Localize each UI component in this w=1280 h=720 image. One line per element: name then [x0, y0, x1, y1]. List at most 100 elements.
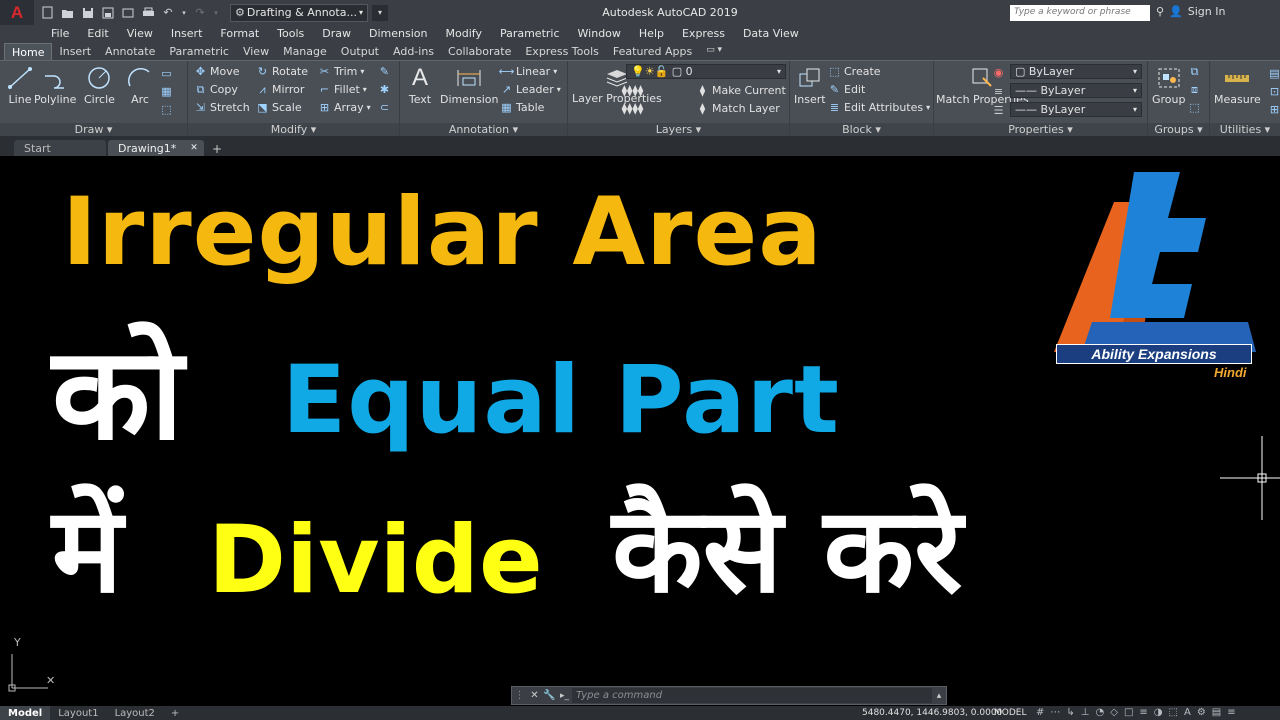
- tab-manage[interactable]: Manage: [276, 43, 334, 60]
- coordinate-readout[interactable]: 5480.4470, 1446.9803, 0.0000: [862, 706, 1002, 720]
- polar-icon[interactable]: ◔: [1096, 706, 1105, 720]
- save-icon[interactable]: [80, 5, 96, 21]
- draw-panel-label[interactable]: Draw ▾: [0, 123, 187, 137]
- command-input[interactable]: Type a command: [572, 688, 932, 703]
- annotation-panel-label[interactable]: Annotation ▾: [400, 123, 567, 137]
- menu-draw[interactable]: Draw: [313, 27, 360, 40]
- properties-panel-label[interactable]: Properties ▾: [934, 123, 1147, 137]
- transparency-icon[interactable]: ◑: [1154, 706, 1163, 720]
- groups-panel-label[interactable]: Groups ▾: [1148, 123, 1209, 137]
- leader-button[interactable]: ↗ Leader ▾: [500, 81, 561, 98]
- close-icon[interactable]: ✕: [527, 690, 542, 701]
- ungroup-icon[interactable]: ⧉: [1188, 63, 1201, 80]
- menu-data-view[interactable]: Data View: [734, 27, 808, 40]
- menu-view[interactable]: View: [118, 27, 162, 40]
- open-folder-icon[interactable]: [60, 5, 76, 21]
- undo-icon[interactable]: ↶: [160, 5, 176, 21]
- line-button[interactable]: Line: [6, 65, 34, 106]
- tab-express-tools[interactable]: Express Tools: [518, 43, 606, 60]
- layer-tools-row1[interactable]: ⧫⧫⧫⧫: [622, 82, 644, 99]
- menu-file[interactable]: File: [42, 27, 78, 40]
- layer-tools-row2[interactable]: ⧫⧫⧫⧫: [622, 100, 644, 117]
- add-layout-button[interactable]: +: [163, 706, 187, 720]
- tab-home[interactable]: Home: [4, 43, 53, 60]
- text-button[interactable]: A Text: [406, 64, 434, 106]
- tab-layout1[interactable]: Layout1: [50, 706, 106, 720]
- menu-tools[interactable]: Tools: [268, 27, 313, 40]
- group-button[interactable]: Group: [1152, 65, 1186, 106]
- command-grip-icon[interactable]: ⋮: [512, 690, 527, 701]
- annotation-scale-icon[interactable]: A: [1184, 706, 1191, 720]
- menu-format[interactable]: Format: [211, 27, 268, 40]
- explode-icon[interactable]: ✱: [378, 81, 391, 98]
- tab-start[interactable]: Start: [14, 140, 106, 156]
- menu-window[interactable]: Window: [569, 27, 630, 40]
- circle-button[interactable]: Circle: [84, 65, 115, 106]
- rotate-button[interactable]: ↻ Rotate: [256, 63, 308, 80]
- dimension-button[interactable]: Dimension: [440, 65, 498, 106]
- app-menu-button[interactable]: A: [0, 0, 34, 25]
- infer-icon[interactable]: ↳: [1066, 706, 1074, 720]
- isodraft-icon[interactable]: ◇: [1110, 706, 1118, 720]
- menu-edit[interactable]: Edit: [78, 27, 117, 40]
- redo-icon[interactable]: ↷: [192, 5, 208, 21]
- insert-block-button[interactable]: Insert: [794, 65, 826, 106]
- offset-icon[interactable]: ⊂: [378, 99, 391, 116]
- block-panel-label[interactable]: Block ▾: [790, 123, 933, 137]
- plot-icon[interactable]: [140, 5, 156, 21]
- arc-button[interactable]: Arc: [126, 65, 154, 106]
- wrench-icon[interactable]: 🔧: [542, 690, 557, 701]
- edit-attributes-button[interactable]: ≣ Edit Attributes ▾: [828, 99, 930, 116]
- menu-insert[interactable]: Insert: [162, 27, 212, 40]
- object-snap-icon[interactable]: □: [1124, 706, 1133, 720]
- save-as-icon[interactable]: [100, 5, 116, 21]
- table-button[interactable]: ▦ Table: [500, 99, 544, 116]
- tab-model[interactable]: Model: [0, 706, 51, 720]
- command-history-icon[interactable]: ▴: [932, 691, 946, 701]
- menu-modify[interactable]: Modify: [437, 27, 491, 40]
- workspace-dropdown[interactable]: ⚙ Drafting & Annota... ▾: [230, 3, 368, 22]
- erase-icon[interactable]: ✎: [378, 63, 391, 80]
- rectangle-icon[interactable]: ▭: [160, 65, 173, 82]
- open-web-icon[interactable]: [120, 5, 136, 21]
- quick-select-icon[interactable]: ⊡: [1268, 83, 1280, 100]
- tab-drawing1[interactable]: Drawing1* ✕: [108, 140, 204, 156]
- color-dropdown[interactable]: ▢ ByLayer ▾: [1010, 64, 1142, 79]
- tab-add-ins[interactable]: Add-ins: [386, 43, 441, 60]
- calculator-icon[interactable]: ▤: [1268, 65, 1280, 82]
- boundary-icon[interactable]: ⬚: [160, 101, 173, 118]
- menu-parametric[interactable]: Parametric: [491, 27, 569, 40]
- tab-featured-apps[interactable]: Featured Apps: [606, 43, 699, 60]
- linetype-dropdown[interactable]: —— ByLayer ▾: [1010, 83, 1142, 98]
- measure-button[interactable]: Measure: [1214, 65, 1261, 106]
- ribbon-toggle-icon[interactable]: ▭ ▾: [699, 43, 729, 60]
- scale-button[interactable]: ⬔ Scale: [256, 99, 301, 116]
- ortho-icon[interactable]: ⊥: [1081, 706, 1090, 720]
- create-block-button[interactable]: ⬚ Create: [828, 63, 880, 80]
- tab-output[interactable]: Output: [334, 43, 386, 60]
- tab-annotate[interactable]: Annotate: [98, 43, 162, 60]
- trim-button[interactable]: ✂ Trim ▾: [318, 63, 365, 80]
- customize-icon[interactable]: ≡: [1227, 706, 1235, 720]
- menu-express[interactable]: Express: [673, 27, 734, 40]
- fillet-button[interactable]: ⌐ Fillet ▾: [318, 81, 367, 98]
- menu-help[interactable]: Help: [630, 27, 673, 40]
- copy-button[interactable]: ⧉ Copy: [194, 81, 238, 98]
- stretch-button[interactable]: ⇲ Stretch: [194, 99, 250, 116]
- units-icon[interactable]: ▤: [1212, 706, 1221, 720]
- layers-panel-label[interactable]: Layers ▾: [568, 123, 789, 137]
- match-layer-button[interactable]: ⧫ Match Layer: [696, 100, 780, 117]
- group-edit-icon[interactable]: ⧈: [1188, 81, 1201, 98]
- array-button[interactable]: ⊞ Array ▾: [318, 99, 371, 116]
- move-button[interactable]: ✥ Move: [194, 63, 240, 80]
- tab-parametric[interactable]: Parametric: [162, 43, 236, 60]
- polyline-button[interactable]: Polyline: [34, 65, 76, 106]
- search-input[interactable]: Type a keyword or phrase: [1010, 5, 1150, 21]
- tab-layout2[interactable]: Layout2: [107, 706, 163, 720]
- edit-block-button[interactable]: ✎ Edit: [828, 81, 865, 98]
- snap-icon[interactable]: ⋯: [1050, 706, 1060, 720]
- customize-qat-icon[interactable]: ▾: [372, 4, 388, 21]
- lineweight-dropdown[interactable]: —— ByLayer ▾: [1010, 102, 1142, 117]
- redo-dropdown-icon[interactable]: ▾: [212, 5, 220, 21]
- group-select-icon[interactable]: ⬚: [1188, 99, 1201, 116]
